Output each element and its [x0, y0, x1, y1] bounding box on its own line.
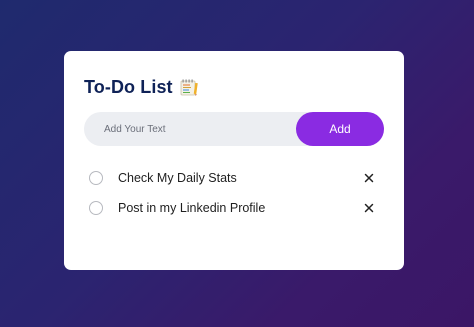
todo-text: Post in my Linkedin Profile [118, 201, 266, 215]
todo-list: Check My Daily Stats Post in my Linkedin… [88, 163, 384, 223]
add-button[interactable]: Add [296, 112, 384, 146]
checkbox-circle-icon[interactable] [89, 171, 103, 185]
todo-text-input[interactable] [84, 112, 294, 146]
todo-card: To-Do List Add Check My Daily Stats [64, 51, 404, 270]
list-item[interactable]: Post in my Linkedin Profile [88, 193, 384, 223]
list-item[interactable]: Check My Daily Stats [88, 163, 384, 193]
close-icon[interactable] [362, 171, 376, 185]
add-todo-form: Add [84, 112, 384, 146]
header: To-Do List [84, 77, 198, 98]
todo-text: Check My Daily Stats [118, 171, 237, 185]
notepad-icon [180, 79, 198, 96]
page-title: To-Do List [84, 77, 173, 97]
close-icon[interactable] [362, 201, 376, 215]
checkbox-circle-icon[interactable] [89, 201, 103, 215]
